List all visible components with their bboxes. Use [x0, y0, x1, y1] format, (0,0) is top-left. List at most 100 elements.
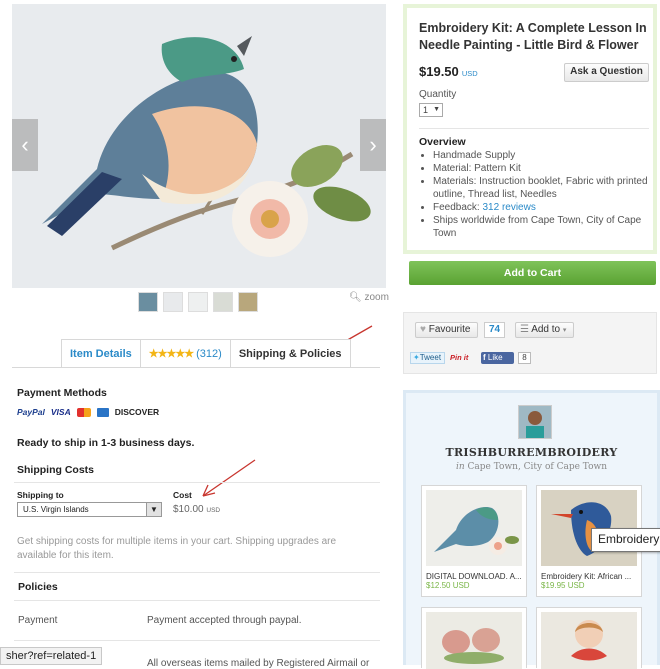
shop-item-image — [541, 612, 637, 669]
listing-tabs: Item Details ★★★★★ (312) Shipping & Poli… — [61, 339, 351, 368]
magnifier-icon: 🔍︎ — [349, 292, 362, 303]
list-icon: ☰ — [520, 324, 529, 335]
shipping-costs-title: Shipping Costs — [17, 464, 94, 476]
shop-item-title: DIGITAL DOWNLOAD. A... — [426, 572, 522, 581]
discover-logo: DISCOVER — [114, 407, 160, 417]
thumbnail-2[interactable] — [163, 292, 183, 312]
listing-price: $19.50 USD — [419, 64, 478, 79]
tab-divider — [12, 367, 380, 368]
overview-title: Overview — [419, 136, 466, 148]
tab-shipping-label: Shipping & Policies — [238, 348, 342, 360]
shipping-country-select[interactable]: U.S. Virgin Islands ▼ — [17, 502, 162, 517]
policy-shipping-value: All overseas items mailed by Registered … — [147, 658, 370, 669]
paypal-logo: PayPal — [17, 407, 45, 417]
feedback-prefix: Feedback: — [433, 202, 483, 213]
tab-shipping-policies[interactable]: Shipping & Policies — [230, 340, 350, 368]
status-bar-url: sher?ref=related-1 — [0, 647, 103, 665]
child-thumbnail — [541, 612, 637, 669]
shop-location: in Cape Town, City of Cape Town — [406, 462, 657, 472]
thumbnail-strip — [138, 292, 263, 312]
social-actions: ♥ Favourite 74 ☰ Add to ▾ ✦Tweet Pin it … — [403, 312, 657, 374]
favourite-button[interactable]: ♥ Favourite — [415, 322, 478, 338]
chevron-left-icon: ‹ — [21, 132, 29, 157]
listing-title: Embroidery Kit: A Complete Lesson In Nee… — [419, 21, 647, 52]
shop-item-price: $19.95 USD — [541, 581, 585, 590]
shipping-note: Get shipping costs for multiple items in… — [17, 536, 337, 561]
like-label: Like — [487, 353, 503, 362]
purchase-panel: Embroidery Kit: A Complete Lesson In Nee… — [403, 4, 657, 254]
add-to-list-button[interactable]: ☰ Add to ▾ — [515, 322, 574, 338]
cost-value: $10.00 USD — [173, 504, 220, 515]
main-product-image[interactable]: ‹ › — [12, 4, 386, 288]
payment-logos: PayPal VISA DISCOVER — [17, 407, 159, 417]
rating-stars: ★★★★★ — [148, 348, 194, 360]
overview-handmade: Handmade Supply — [433, 149, 649, 162]
zoom-link[interactable]: 🔍︎ zoom — [349, 292, 389, 303]
zoom-label: zoom — [364, 292, 389, 303]
thumbnail-3[interactable] — [188, 292, 208, 312]
tweet-button[interactable]: ✦Tweet — [410, 352, 445, 364]
ready-to-ship: Ready to ship in 1-3 business days. — [17, 437, 195, 449]
tooltip: Embroidery — [591, 528, 660, 552]
policies-title: Policies — [18, 581, 58, 593]
next-image-button[interactable]: › — [360, 119, 386, 171]
tweet-label: Tweet — [419, 353, 442, 362]
tab-reviews[interactable]: ★★★★★ (312) — [141, 340, 231, 368]
policy-payment-label: Payment — [18, 615, 58, 626]
facebook-icon: f — [483, 353, 486, 362]
overview-materials: Materials: Instruction booklet, Fabric w… — [433, 175, 649, 201]
cost-currency: USD — [206, 507, 221, 514]
cost-amount: $10.00 — [173, 504, 204, 515]
birds-thumbnail — [426, 612, 522, 669]
price-currency: USD — [461, 69, 478, 78]
previous-image-button[interactable]: ‹ — [12, 119, 38, 171]
thumbnail-5[interactable] — [238, 292, 258, 312]
add-to-label: Add to — [531, 324, 561, 335]
tab-item-details-label: Item Details — [70, 348, 132, 360]
shop-item-card[interactable]: DIGITAL DOWNLOAD. A... $12.50 USD — [421, 485, 527, 597]
embroidered-bird-illustration — [12, 4, 386, 288]
shop-item-card[interactable] — [421, 607, 527, 669]
like-count: 8 — [518, 352, 531, 364]
shipping-country-value: U.S. Virgin Islands — [23, 505, 89, 514]
divider — [14, 640, 380, 641]
shipping-to-label: Shipping to — [17, 490, 64, 500]
reviews-link[interactable]: 312 reviews — [482, 202, 535, 213]
shop-item-price: $12.50 USD — [426, 581, 470, 590]
ask-question-button[interactable]: Ask a Question — [564, 63, 649, 82]
twitter-bird-icon: ✦ — [413, 353, 420, 362]
mastercard-logo — [76, 407, 91, 417]
overview-material: Material: Pattern Kit — [433, 162, 649, 175]
quantity-select[interactable]: 1 ▼ — [419, 103, 443, 117]
shop-avatar[interactable] — [518, 405, 552, 439]
favourite-count: 74 — [484, 322, 505, 338]
quantity-value: 1 — [423, 105, 429, 115]
location-prefix: in — [455, 462, 465, 472]
shop-item-image — [426, 612, 522, 669]
chevron-down-icon: ▼ — [433, 106, 440, 113]
shop-item-card[interactable] — [536, 607, 642, 669]
quantity-label: Quantity — [419, 89, 457, 100]
add-to-cart-button[interactable]: Add to Cart — [409, 261, 656, 285]
tab-item-details[interactable]: Item Details — [62, 340, 141, 368]
chevron-down-icon: ▼ — [146, 503, 161, 516]
facebook-like-button[interactable]: f Like — [481, 352, 514, 364]
shop-name[interactable]: TRISHBURREMBROIDERY — [406, 446, 657, 459]
policy-payment-value: Payment accepted through paypal. — [147, 615, 302, 626]
shop-item-image — [426, 490, 522, 566]
chevron-right-icon: › — [369, 132, 377, 157]
overview-list: Handmade Supply Material: Pattern Kit Ma… — [421, 149, 649, 240]
review-count: (312) — [196, 348, 222, 360]
thumbnail-1[interactable] — [138, 292, 158, 312]
overview-feedback: Feedback: 312 reviews — [433, 201, 649, 214]
pinit-button[interactable]: Pin it — [450, 352, 474, 364]
shop-item-title: Embroidery Kit: African ... — [541, 572, 632, 581]
payment-methods-title: Payment Methods — [17, 387, 107, 399]
amex-logo — [96, 407, 109, 417]
heart-icon: ♥ — [420, 324, 426, 335]
cost-label: Cost — [173, 490, 192, 500]
annotation-arrow-cost — [202, 459, 256, 497]
shop-owner-photo — [519, 406, 551, 438]
thumbnail-4[interactable] — [213, 292, 233, 312]
divider — [14, 600, 380, 601]
